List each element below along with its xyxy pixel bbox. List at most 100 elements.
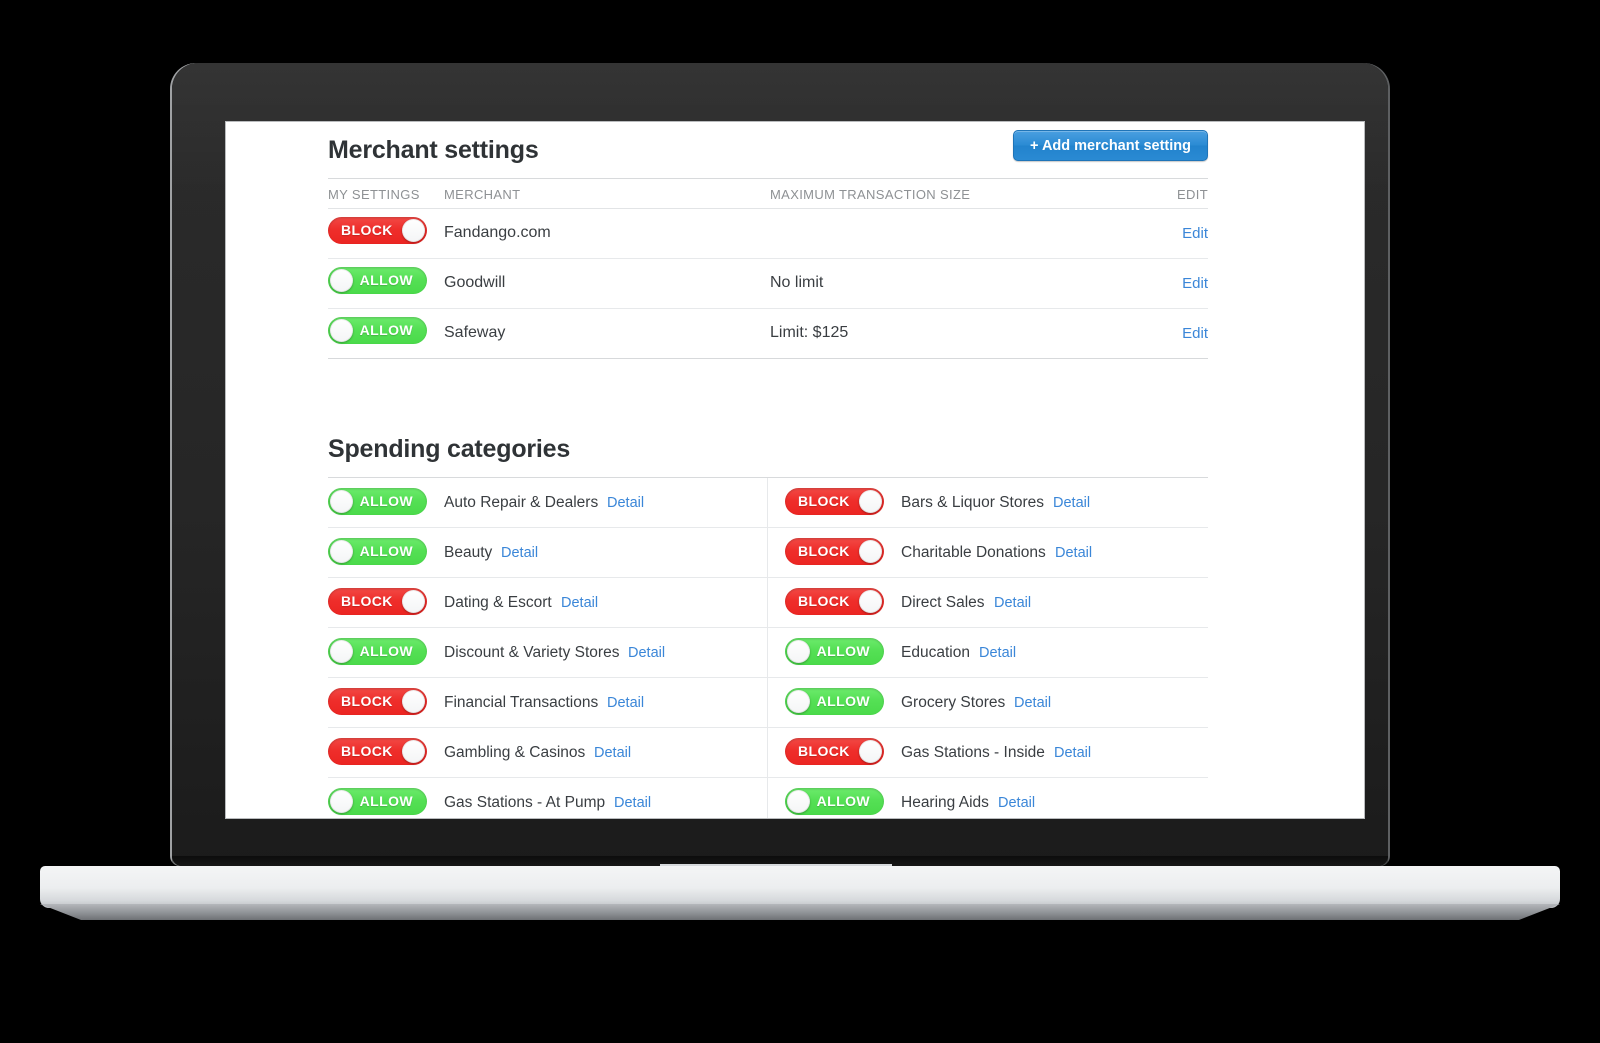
category-name: Discount & Variety Stores — [444, 644, 620, 661]
spending-categories-title: Spending categories — [328, 435, 571, 463]
merchant-table-header: MY SETTINGS MERCHANT MAXIMUM TRANSACTION… — [328, 179, 1208, 209]
allow-toggle[interactable]: ALLOW — [785, 638, 884, 665]
category-name: Beauty — [444, 544, 493, 561]
allow-toggle[interactable]: ALLOW — [328, 267, 427, 294]
category-name: Hearing Aids — [901, 794, 989, 811]
toggle-wrap: BLOCK — [785, 738, 884, 765]
toggle-wrap: BLOCK — [328, 688, 427, 715]
category-cell: ALLOW Auto Repair & Dealers Detail — [328, 478, 768, 527]
category-cell: BLOCK Bars & Liquor Stores Detail — [768, 478, 1208, 527]
toggle-wrap: ALLOW — [328, 638, 427, 665]
allow-toggle[interactable]: ALLOW — [785, 688, 884, 715]
toggle-label: ALLOW — [359, 272, 413, 288]
category-detail-link[interactable]: Detail — [979, 645, 1016, 661]
toggle-knob-icon — [787, 690, 810, 713]
spending-categories-header: Spending categories — [328, 421, 1208, 477]
block-toggle[interactable]: BLOCK — [785, 738, 884, 765]
toggle-wrap: BLOCK — [785, 588, 884, 615]
category-detail-link[interactable]: Detail — [1055, 545, 1092, 561]
category-cell: ALLOW Beauty Detail — [328, 528, 768, 577]
block-toggle[interactable]: BLOCK — [785, 588, 884, 615]
category-detail-link[interactable]: Detail — [594, 745, 631, 761]
edit-link[interactable]: Edit — [1182, 225, 1208, 242]
merchant-name: Goodwill — [444, 274, 506, 291]
category-detail-link[interactable]: Detail — [561, 595, 598, 611]
toggle-label: ALLOW — [359, 543, 413, 559]
category-name: Grocery Stores — [901, 694, 1006, 711]
allow-toggle[interactable]: ALLOW — [328, 788, 427, 815]
toggle-knob-icon — [859, 540, 882, 563]
block-toggle[interactable]: BLOCK — [328, 738, 427, 765]
toggle-knob-icon — [402, 590, 425, 613]
category-name: Education — [901, 644, 970, 661]
allow-toggle[interactable]: ALLOW — [328, 488, 427, 515]
toggle-label: ALLOW — [359, 493, 413, 509]
category-name: Dating & Escort — [444, 594, 552, 611]
toggle-label: ALLOW — [359, 643, 413, 659]
category-name: Auto Repair & Dealers — [444, 494, 599, 511]
page-content: Merchant settings + Add merchant setting… — [328, 122, 1208, 818]
toggle-label: BLOCK — [798, 543, 850, 559]
toggle-label: ALLOW — [816, 693, 870, 709]
web-page: Merchant settings + Add merchant setting… — [226, 122, 1364, 818]
block-toggle[interactable]: BLOCK — [785, 538, 884, 565]
block-toggle[interactable]: BLOCK — [328, 217, 427, 244]
category-row: BLOCK Gambling & Casinos Detail BLOCK Gas St… — [328, 728, 1208, 778]
toggle-wrap: ALLOW — [328, 488, 427, 515]
category-name: Gas Stations - At Pump — [444, 794, 606, 811]
category-row: BLOCK Financial Transactions Detail ALLOW Gr… — [328, 678, 1208, 728]
block-toggle[interactable]: BLOCK — [328, 588, 427, 615]
toggle-knob-icon — [787, 790, 810, 813]
block-toggle[interactable]: BLOCK — [785, 488, 884, 515]
toggle-wrap: BLOCK — [328, 217, 427, 244]
block-toggle[interactable]: BLOCK — [328, 688, 427, 715]
category-name: Gas Stations - Inside — [901, 744, 1045, 761]
allow-toggle[interactable]: ALLOW — [328, 538, 427, 565]
category-cell: BLOCK Direct Sales Detail — [768, 578, 1208, 627]
toggle-wrap: ALLOW — [785, 638, 884, 665]
category-cell: BLOCK Gambling & Casinos Detail — [328, 728, 768, 777]
toggle-label: BLOCK — [798, 743, 850, 759]
category-cell: ALLOW Gas Stations - At Pump Detail — [328, 778, 768, 818]
toggle-knob-icon — [330, 490, 353, 513]
category-cell: BLOCK Financial Transactions Detail — [328, 678, 768, 727]
toggle-wrap: BLOCK — [328, 738, 427, 765]
category-detail-link[interactable]: Detail — [1014, 695, 1051, 711]
toggle-label: BLOCK — [798, 593, 850, 609]
allow-toggle[interactable]: ALLOW — [328, 317, 427, 344]
category-detail-link[interactable]: Detail — [998, 795, 1035, 811]
category-detail-link[interactable]: Detail — [614, 795, 651, 811]
toggle-knob-icon — [859, 740, 882, 763]
edit-link[interactable]: Edit — [1182, 325, 1208, 342]
category-detail-link[interactable]: Detail — [501, 545, 538, 561]
spending-categories-grid: ALLOW Auto Repair & Dealers Detail BLOCK Bar… — [328, 478, 1208, 818]
toggle-wrap: BLOCK — [328, 588, 427, 615]
category-name: Charitable Donations — [901, 544, 1046, 561]
merchant-row: ALLOW Goodwill No limit Edit — [328, 259, 1208, 309]
category-detail-link[interactable]: Detail — [607, 495, 644, 511]
category-detail-link[interactable]: Detail — [1053, 495, 1090, 511]
category-name: Financial Transactions — [444, 694, 599, 711]
merchant-row: ALLOW Safeway Limit: $125 Edit — [328, 309, 1208, 359]
toggle-wrap: ALLOW — [785, 788, 884, 815]
category-cell: ALLOW Education Detail — [768, 628, 1208, 677]
toggle-knob-icon — [330, 640, 353, 663]
toggle-wrap: BLOCK — [785, 538, 884, 565]
merchant-name: Safeway — [444, 324, 506, 341]
category-cell: BLOCK Dating & Escort Detail — [328, 578, 768, 627]
category-row: ALLOW Discount & Variety Stores Detail ALLO… — [328, 628, 1208, 678]
category-detail-link[interactable]: Detail — [607, 695, 644, 711]
edit-link[interactable]: Edit — [1182, 275, 1208, 292]
category-detail-link[interactable]: Detail — [1054, 745, 1091, 761]
toggle-wrap: ALLOW — [328, 538, 427, 565]
category-name: Gambling & Casinos — [444, 744, 586, 761]
merchant-transaction-limit: Limit: $125 — [770, 324, 849, 341]
toggle-wrap: ALLOW — [328, 317, 427, 344]
category-detail-link[interactable]: Detail — [994, 595, 1031, 611]
allow-toggle[interactable]: ALLOW — [328, 638, 427, 665]
merchant-name: Fandango.com — [444, 224, 551, 241]
add-merchant-setting-button[interactable]: + Add merchant setting — [1012, 130, 1208, 161]
allow-toggle[interactable]: ALLOW — [785, 788, 884, 815]
category-detail-link[interactable]: Detail — [628, 645, 665, 661]
